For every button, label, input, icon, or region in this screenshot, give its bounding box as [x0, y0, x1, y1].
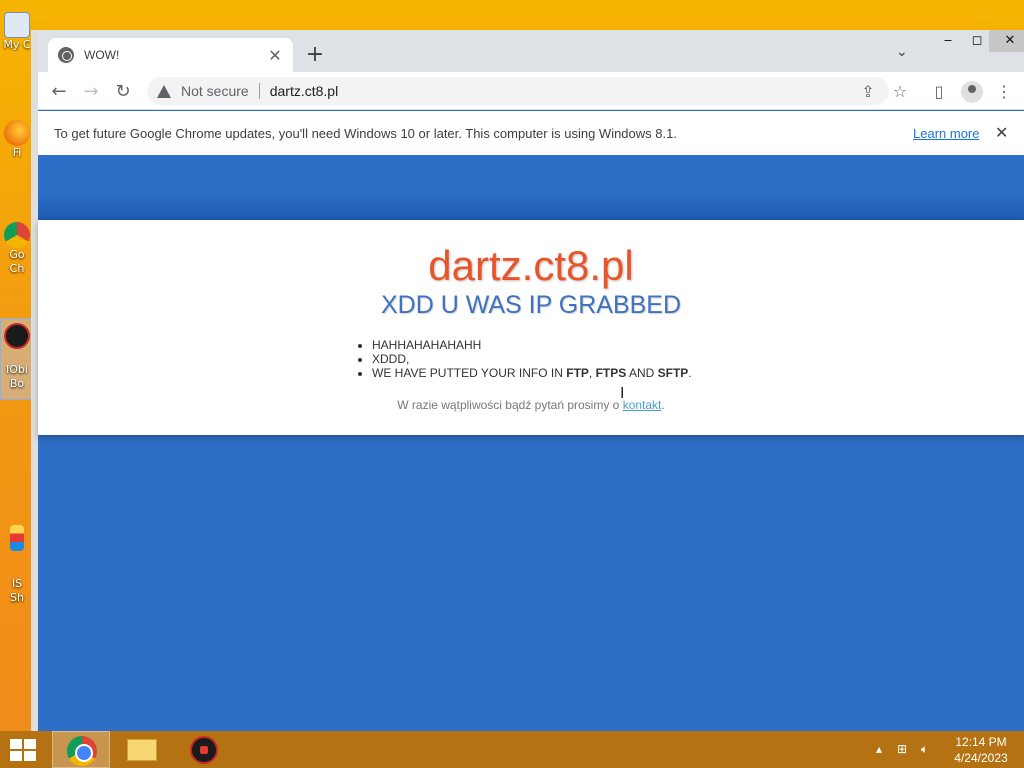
- firefox-icon: [4, 120, 30, 146]
- chrome-icon: [67, 736, 97, 766]
- content-panel: dartz.ct8.pl XDD U WAS IP GRABBED HAHHAH…: [38, 220, 1024, 435]
- list-item-text: ,: [588, 366, 596, 380]
- network-icon[interactable]: ⊞: [897, 731, 907, 768]
- taskbar-file-explorer[interactable]: [112, 731, 170, 768]
- list-item: XDDD,: [372, 352, 692, 366]
- forward-arrow-icon[interactable]: →: [80, 81, 102, 103]
- tab-title: WOW!: [84, 48, 120, 62]
- bookmark-star-icon[interactable]: ☆: [889, 81, 911, 103]
- close-window-button[interactable]: ✕: [989, 30, 1024, 52]
- profile-avatar-icon[interactable]: [961, 81, 983, 103]
- contact-link[interactable]: kontakt: [623, 398, 662, 412]
- menu-kebab-icon[interactable]: ⋮: [993, 81, 1015, 103]
- list-item: WE HAVE PUTTED YOUR INFO IN FTP, FTPS AN…: [372, 366, 692, 380]
- clock-time: 12:14 PM: [955, 735, 1007, 749]
- desktop-icon-label: IS Sh: [10, 577, 24, 604]
- address-bar[interactable]: Not secure dartz.ct8.pl: [147, 77, 889, 105]
- page-headline: XDD U WAS IP GRABBED: [380, 291, 682, 319]
- update-infobar: To get future Google Chrome updates, you…: [38, 111, 1024, 155]
- desktop-icon-firefox[interactable]: Fi: [0, 120, 34, 159]
- list-item-text: AND: [626, 366, 658, 380]
- ftp-label: FTP: [566, 366, 589, 380]
- browser-window: WOW! ✕ + ⌄ ‒ ◻ ✕ ← → ↻ Not secure dartz.…: [31, 30, 1024, 731]
- infobar-close-icon[interactable]: ✕: [995, 123, 1008, 143]
- iobit-icon: [190, 736, 218, 764]
- globe-icon: [58, 47, 74, 63]
- contact-text: W razie wątpliwości bądź pytań prosimy o: [397, 398, 623, 412]
- start-windows-icon[interactable]: [10, 739, 38, 761]
- computer-icon: [4, 12, 30, 38]
- taskbar: ▴ ⊞ 🔈︎ 12:14 PM 4/24/2023: [0, 731, 1024, 768]
- tab-close-icon[interactable]: ✕: [267, 46, 283, 65]
- list-item-text: .: [688, 366, 692, 380]
- desktop-icon-label: My C: [3, 38, 31, 51]
- desktop-icon-label: Go Ch: [9, 248, 25, 275]
- learn-more-link[interactable]: Learn more: [913, 126, 979, 141]
- browser-titlebar: WOW! ✕ + ⌄ ‒ ◻ ✕: [38, 30, 1024, 72]
- volume-muted-icon[interactable]: 🔈︎: [921, 731, 928, 768]
- tray-chevron-icon[interactable]: ▴: [876, 731, 882, 768]
- desktop-icon-google-chrome[interactable]: Go Ch: [0, 222, 34, 276]
- taskbar-chrome[interactable]: [52, 731, 110, 768]
- message-list: HAHHAHAHAHAHH XDDD, WE HAVE PUTTED YOUR …: [372, 338, 692, 380]
- share-icon[interactable]: ⇪: [857, 81, 879, 103]
- iobit-icon: [4, 323, 30, 349]
- browser-toolbar: ← → ↻ Not secure dartz.ct8.pl ⇪ ☆ ▯ ⋮: [38, 72, 1024, 110]
- text-cursor-icon: I: [620, 385, 625, 402]
- reload-icon[interactable]: ↻: [112, 81, 134, 103]
- contact-line: W razie wątpliwości bądź pytań prosimy o…: [38, 398, 1024, 412]
- desktop-icon-is-shortcut[interactable]: IS Sh: [0, 525, 34, 605]
- sftp-label: SFTP: [657, 366, 689, 380]
- omnibox-divider: [258, 83, 260, 99]
- tab-search-chevron-icon[interactable]: ⌄: [896, 44, 908, 60]
- security-status-label[interactable]: Not secure: [181, 83, 249, 99]
- list-item-text: WE HAVE PUTTED YOUR INFO IN: [372, 366, 567, 380]
- clock-date: 4/24/2023: [954, 751, 1008, 765]
- url-text[interactable]: dartz.ct8.pl: [270, 83, 338, 99]
- desktop-icon-label: IObi Bo: [6, 363, 28, 390]
- list-item: HAHHAHAHAHAHH: [372, 338, 692, 352]
- contact-end: .: [661, 398, 665, 412]
- folder-icon: [127, 739, 157, 761]
- side-panel-icon[interactable]: ▯: [928, 81, 950, 103]
- back-arrow-icon[interactable]: ←: [48, 81, 70, 103]
- taskbar-iobit[interactable]: [176, 731, 234, 768]
- desktop-icon-my-computer[interactable]: My C: [0, 12, 34, 51]
- desktop-icon-iobit-booster[interactable]: IObi Bo: [0, 318, 34, 400]
- ftps-label: FTPS: [595, 366, 627, 380]
- warning-triangle-icon[interactable]: [157, 84, 171, 98]
- desktop-icon-label: Fi: [12, 146, 22, 159]
- chrome-icon: [4, 222, 30, 248]
- new-tab-button[interactable]: +: [303, 42, 327, 68]
- page-header-band: [38, 155, 1024, 220]
- site-title: dartz.ct8.pl: [428, 242, 634, 289]
- browser-tab[interactable]: WOW! ✕: [48, 38, 293, 72]
- system-clock[interactable]: 12:14 PM 4/24/2023: [948, 734, 1014, 766]
- web-page: dartz.ct8.pl XDD U WAS IP GRABBED HAHHAH…: [38, 155, 1024, 731]
- shortcut-icon: [10, 525, 24, 551]
- infobar-message: To get future Google Chrome updates, you…: [54, 125, 677, 141]
